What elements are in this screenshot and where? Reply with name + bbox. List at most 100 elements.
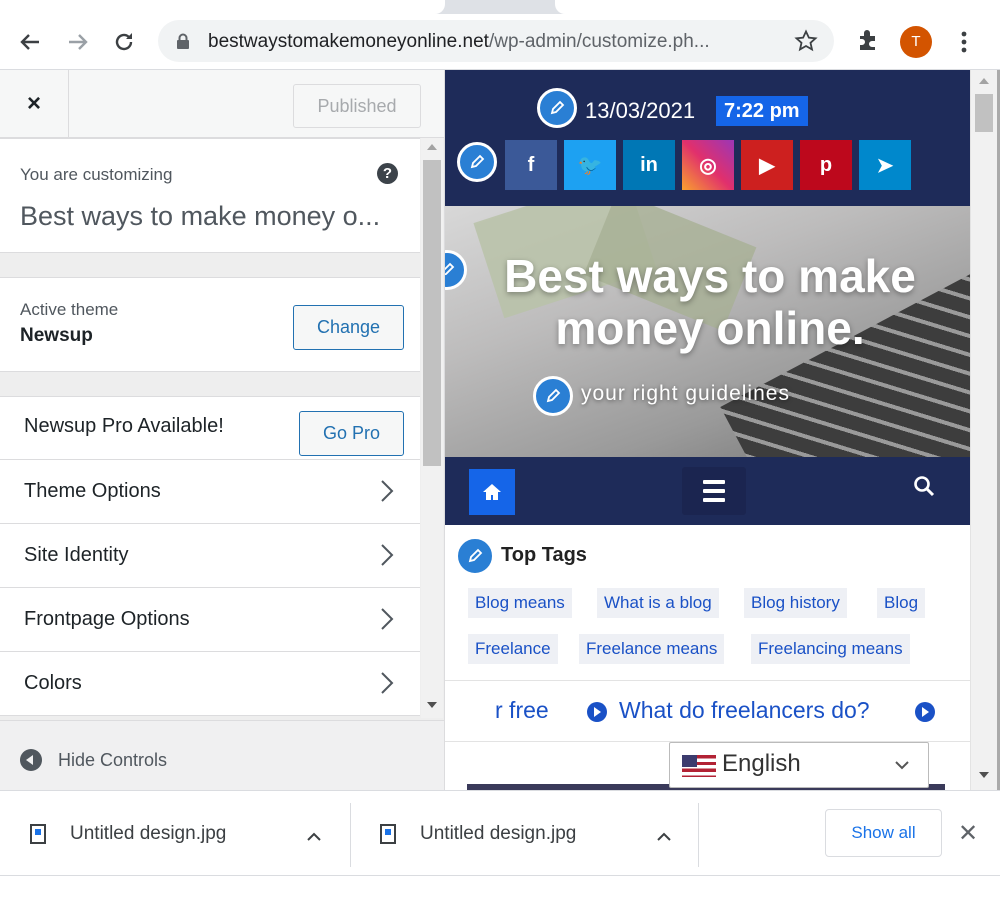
site-preview: 13/03/2021 7:22 pm f 🐦 in ◎ ▶ p ➤ Best w…: [445, 70, 1000, 790]
arrow-circle-right-icon: [915, 702, 935, 722]
edit-pencil-icon[interactable]: [537, 88, 577, 128]
youtube-icon[interactable]: ▶: [741, 140, 793, 190]
hamburger-menu-icon[interactable]: [682, 467, 746, 515]
show-all-button[interactable]: Show all: [825, 809, 942, 857]
menu-item-frontpage-options[interactable]: Frontpage Options: [0, 588, 420, 652]
telegram-icon[interactable]: ➤: [859, 140, 911, 190]
divider: [698, 803, 699, 867]
scroll-thumb[interactable]: [423, 160, 441, 466]
language-selector[interactable]: English: [669, 742, 929, 788]
menu-item-label: Theme Options: [24, 480, 161, 502]
download-item[interactable]: Untitled design.jpg: [0, 791, 350, 877]
tag-link[interactable]: Freelancing means: [751, 634, 910, 664]
scroll-up-arrow-icon[interactable]: [979, 78, 989, 84]
site-title-heading[interactable]: Best ways to make money online.: [465, 250, 955, 354]
back-arrow-icon[interactable]: [14, 26, 46, 58]
customizer-header: × Published: [0, 70, 444, 138]
url-host: bestwaystomakemoneyonline.net: [208, 31, 489, 52]
scroll-down-arrow-icon[interactable]: [427, 702, 437, 708]
site-title: Best ways to make money o...: [20, 201, 381, 231]
tag-link[interactable]: Freelance: [468, 634, 558, 664]
download-shelf: Untitled design.jpg Untitled design.jpg …: [0, 790, 1000, 876]
customizer-footer: Hide Controls: [0, 720, 444, 790]
facebook-icon[interactable]: f: [505, 140, 557, 190]
search-icon[interactable]: [913, 475, 935, 502]
tab-right[interactable]: [555, 0, 1000, 14]
customizer-panel: You are customizing ? Best ways to make …: [0, 138, 420, 718]
url-text[interactable]: bestwaystomakemoneyonline.net/wp-admin/c…: [208, 31, 710, 53]
chevron-down-icon: [894, 758, 910, 777]
news-ticker: r free What do freelancers do?: [445, 680, 970, 742]
published-button[interactable]: Published: [293, 84, 421, 128]
address-bar[interactable]: bestwaystomakemoneyonline.net/wp-admin/c…: [158, 20, 834, 62]
change-theme-button[interactable]: Change: [293, 305, 404, 350]
url-path: /wp-admin/customize.ph...: [488, 31, 710, 52]
scroll-down-arrow-icon[interactable]: [979, 772, 989, 778]
active-theme-name: Newsup: [20, 325, 93, 346]
more-vertical-icon[interactable]: [952, 26, 976, 58]
customize-info: You are customizing ? Best ways to make …: [0, 138, 420, 253]
top-tags-heading: Top Tags: [501, 544, 587, 566]
profile-avatar[interactable]: T: [900, 26, 932, 58]
menu-item-label: Frontpage Options: [24, 608, 190, 630]
edit-pencil-icon[interactable]: [457, 142, 497, 182]
menu-item-site-identity[interactable]: Site Identity: [0, 524, 420, 588]
linkedin-icon[interactable]: in: [623, 140, 675, 190]
customizer-sidebar: × Published You are customizing ? Best w…: [0, 70, 445, 790]
ticker-item[interactable]: r free: [495, 697, 549, 724]
tag-link[interactable]: Blog history: [744, 588, 847, 618]
edit-pencil-icon[interactable]: [533, 376, 573, 416]
chevron-right-icon: [380, 542, 394, 573]
twitter-icon[interactable]: 🐦: [564, 140, 616, 190]
menu-item-colors[interactable]: Colors: [0, 652, 420, 716]
reload-icon[interactable]: [108, 26, 140, 58]
instagram-icon[interactable]: ◎: [682, 140, 734, 190]
help-icon[interactable]: ?: [377, 163, 398, 184]
hide-controls-button[interactable]: Hide Controls: [58, 750, 167, 771]
download-item[interactable]: Untitled design.jpg: [350, 791, 698, 877]
ticker-item[interactable]: What do freelancers do?: [619, 697, 870, 724]
home-icon[interactable]: [469, 469, 515, 515]
lock-icon[interactable]: [176, 33, 190, 55]
tag-link[interactable]: Blog means: [468, 588, 572, 618]
edit-pencil-icon[interactable]: [455, 536, 495, 576]
sidebar-scrollbar[interactable]: [421, 138, 443, 718]
site-header-banner: Best ways to make money online. your rig…: [445, 206, 970, 457]
language-label: English: [722, 750, 801, 777]
go-pro-button[interactable]: Go Pro: [299, 411, 404, 456]
bookmark-star-icon[interactable]: [794, 29, 818, 58]
us-flag-icon: [682, 755, 716, 777]
site-navbar: [445, 457, 970, 525]
close-icon[interactable]: ✕: [958, 819, 978, 848]
tab-strip: [0, 0, 1000, 14]
close-customizer-button[interactable]: ×: [0, 70, 69, 138]
collapse-left-icon[interactable]: [20, 749, 42, 771]
download-filename: Untitled design.jpg: [70, 823, 227, 844]
menu-item-label: Site Identity: [24, 544, 129, 566]
edit-pencil-icon[interactable]: [445, 250, 467, 290]
preview-scrollbar[interactable]: [970, 70, 998, 790]
site-tagline: your right guidelines: [581, 382, 790, 405]
menu-item-label: Colors: [24, 672, 82, 694]
extensions-puzzle-icon[interactable]: [856, 26, 882, 57]
topbar-date: 13/03/2021: [585, 98, 696, 123]
pinterest-icon[interactable]: p: [800, 140, 852, 190]
arrow-circle-right-icon: [587, 702, 607, 722]
image-file-icon: [30, 824, 46, 844]
menu-item-theme-options[interactable]: Theme Options: [0, 460, 420, 524]
image-file-icon: [380, 824, 396, 844]
chevron-right-icon: [380, 670, 394, 701]
forward-arrow-icon[interactable]: [62, 26, 94, 58]
scroll-thumb[interactable]: [975, 94, 993, 132]
topbar-time: 7:22 pm: [716, 96, 808, 126]
chevron-up-icon[interactable]: [656, 829, 672, 847]
chevron-up-icon[interactable]: [306, 829, 322, 847]
tag-link[interactable]: What is a blog: [597, 588, 719, 618]
tab-left[interactable]: [0, 0, 445, 14]
tag-link[interactable]: Freelance means: [579, 634, 725, 664]
scroll-up-arrow-icon[interactable]: [427, 144, 437, 150]
download-filename: Untitled design.jpg: [420, 823, 577, 844]
tag-link[interactable]: Blog: [877, 588, 926, 618]
browser-window: bestwaystomakemoneyonline.net/wp-admin/c…: [0, 0, 1000, 900]
chevron-right-icon: [380, 478, 394, 509]
